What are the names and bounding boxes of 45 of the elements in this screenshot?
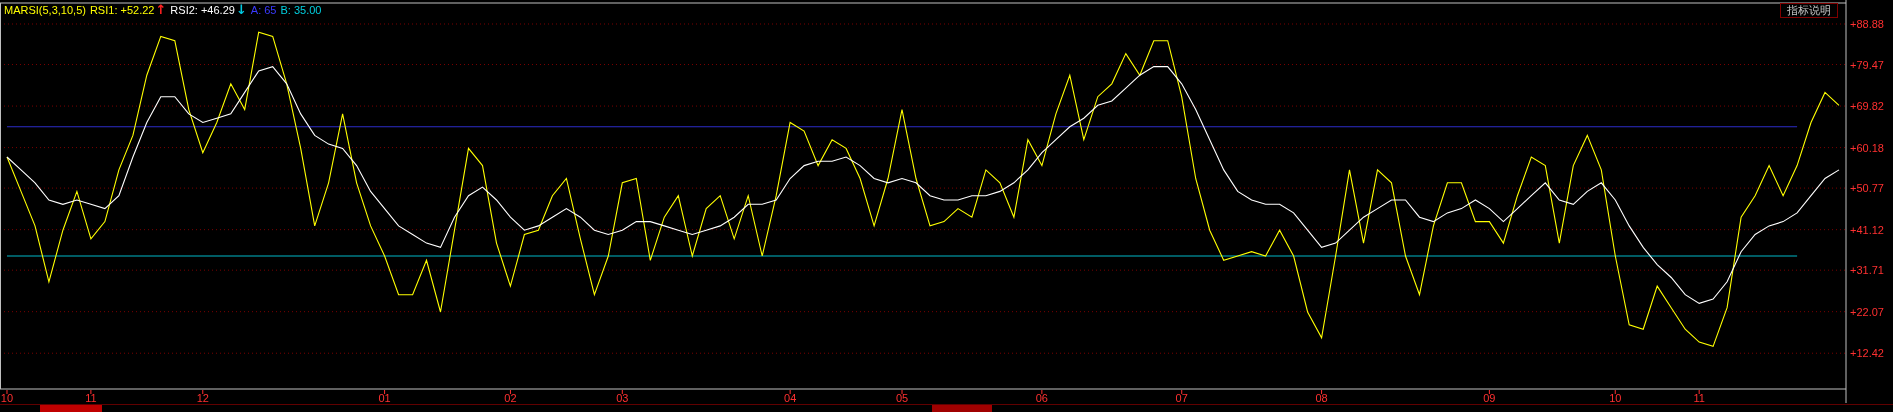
axis-tick-label: 05 xyxy=(895,392,909,403)
axis-tick-label: 07 xyxy=(1175,392,1188,403)
tick-mark xyxy=(789,389,791,395)
axis-tick-label: 06 xyxy=(1035,392,1048,403)
tick-mark xyxy=(1181,389,1183,395)
tick-mark xyxy=(90,389,92,395)
axis-tick-label: 08 xyxy=(1315,392,1328,403)
indicator-help-button[interactable]: 指标说明 xyxy=(1780,3,1838,18)
axis-tick-label: +22.07 xyxy=(1850,305,1884,318)
tick-mark xyxy=(6,389,8,395)
axis-tick-label: +31.71 xyxy=(1850,264,1884,277)
tick-mark xyxy=(1488,389,1490,395)
axis-tick-label: +50.77 xyxy=(1850,182,1884,195)
legend-value: RSI1: +52.22 xyxy=(89,3,155,17)
axis-tick-label: 10 xyxy=(1609,392,1622,403)
axis-tick-label: 11 xyxy=(1693,392,1705,403)
axis-tick-label: 10 xyxy=(0,392,14,403)
axis-tick-label: +79.47 xyxy=(1850,58,1884,71)
axis-tick-label: 09 xyxy=(1483,392,1496,403)
tick-mark xyxy=(509,389,511,395)
tick-mark xyxy=(901,389,903,395)
tick-mark xyxy=(621,389,623,395)
trend-arrow: ↑ xyxy=(155,3,167,17)
axis-tick-label: 01 xyxy=(378,392,391,403)
axis-tick-label: +60.18 xyxy=(1850,141,1884,154)
tick-mark xyxy=(384,389,386,395)
tick-mark xyxy=(1321,389,1323,395)
tick-mark xyxy=(1041,389,1043,395)
axis-tick-label: +41.12 xyxy=(1850,223,1884,236)
trend-arrow: ↓ xyxy=(235,3,247,17)
axis-tick-label: 02 xyxy=(504,392,517,403)
axis-tick-label: +69.82 xyxy=(1850,100,1884,113)
axis-tick-label: 03 xyxy=(616,392,629,403)
legend-value: A: 65 xyxy=(250,3,277,17)
axis-tick-label: +88.88 xyxy=(1850,18,1884,30)
tick-mark xyxy=(202,389,204,395)
tick-mark xyxy=(1698,389,1700,395)
axis-tick-label: 11 xyxy=(85,392,97,403)
axis-tick-label: 12 xyxy=(196,392,209,403)
tick-mark xyxy=(1614,389,1616,395)
legend-value: B: 35.00 xyxy=(280,3,322,17)
indicator-name: MARSI(5,3,10,5) xyxy=(4,3,86,17)
axis-tick-label: +12.42 xyxy=(1850,347,1884,360)
legend-value: RSI2: +46.29 xyxy=(170,3,235,17)
axis-tick-label: 04 xyxy=(784,392,797,403)
